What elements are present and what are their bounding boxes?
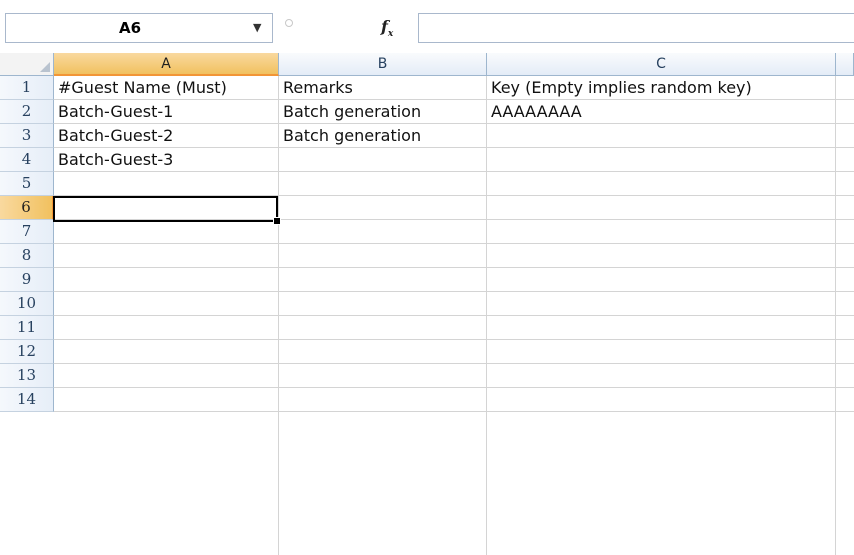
row-header-11[interactable]: 11 [0,316,54,340]
formula-bar: A6 ▼ fx [0,0,854,54]
cell-b1[interactable]: Remarks [279,76,353,100]
gridline [54,387,854,388]
gridline [54,123,854,124]
row-header-9[interactable]: 9 [0,268,54,292]
cell-a1[interactable]: #Guest Name (Must) [54,76,227,100]
select-all-icon [40,62,50,72]
gridline [54,147,854,148]
row-header-6[interactable]: 6 [0,196,54,220]
name-box[interactable]: A6 ▼ [5,13,273,43]
row-header-1[interactable]: 1 [0,76,54,100]
row-header-12[interactable]: 12 [0,340,54,364]
row-header-13[interactable]: 13 [0,364,54,388]
row-header-8[interactable]: 8 [0,244,54,268]
gridline [54,339,854,340]
column-header-d[interactable] [836,53,854,76]
gridline [54,315,854,316]
cell-b2[interactable]: Batch generation [279,100,421,124]
fill-handle[interactable] [273,217,281,225]
cell-a4[interactable]: Batch-Guest-3 [54,148,173,172]
column-header-b[interactable]: B [279,53,487,76]
formula-bar-buttons: fx [276,13,416,43]
gridline [54,171,854,172]
gridline [54,291,854,292]
row-header-10[interactable]: 10 [0,292,54,316]
column-header-a[interactable]: A [54,53,279,76]
row-header-7[interactable]: 7 [0,220,54,244]
row-header-2[interactable]: 2 [0,100,54,124]
column-header-c[interactable]: C [487,53,836,76]
cell-b3[interactable]: Batch generation [279,124,421,148]
gridline [54,243,854,244]
formula-input[interactable] [418,13,854,43]
spreadsheet-grid: A B C 1 2 3 4 5 6 7 8 9 10 11 12 13 14 #… [0,53,854,555]
gridline [54,363,854,364]
expand-handle-icon [285,19,293,27]
cell-area[interactable]: #Guest Name (Must) Remarks Key (Empty im… [53,76,854,555]
name-box-value: A6 [119,19,142,37]
row-header-3[interactable]: 3 [0,124,54,148]
row-header-5[interactable]: 5 [0,172,54,196]
gridline [54,411,854,412]
gridline [54,267,854,268]
cell-a3[interactable]: Batch-Guest-2 [54,124,173,148]
chevron-down-icon[interactable]: ▼ [253,21,261,34]
cell-c1[interactable]: Key (Empty implies random key) [487,76,752,100]
cell-c2[interactable]: AAAAAAAA [487,100,582,124]
row-header-14[interactable]: 14 [0,388,54,412]
select-all-button[interactable] [0,53,54,76]
cell-a2[interactable]: Batch-Guest-1 [54,100,173,124]
insert-function-icon[interactable]: fx [381,17,393,39]
row-header-4[interactable]: 4 [0,148,54,172]
selected-cell-a6[interactable] [53,196,278,222]
